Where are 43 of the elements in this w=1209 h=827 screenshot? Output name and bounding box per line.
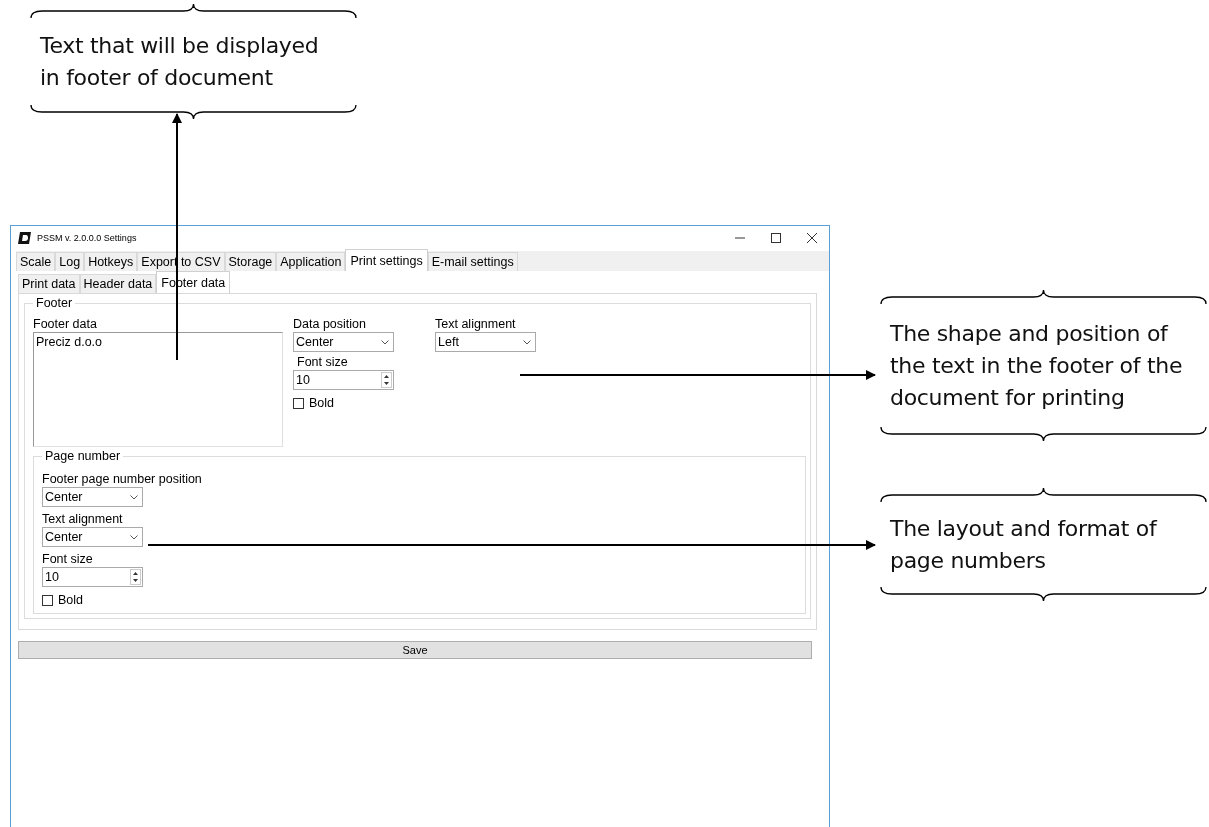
dropdown[interactable]: Center xyxy=(293,332,394,352)
number-field[interactable]: 10 xyxy=(42,567,143,587)
close-icon[interactable] xyxy=(807,232,817,243)
checkbox[interactable] xyxy=(293,397,304,409)
tab[interactable]: Scale xyxy=(16,252,56,271)
maximize-icon[interactable] xyxy=(771,232,781,243)
annotation-text: Text that will be displayed in footer of document xyxy=(39,32,320,92)
dropdown[interactable]: Left xyxy=(435,332,536,352)
tab[interactable]: Header data xyxy=(79,274,157,293)
tab[interactable]: E-mail settings xyxy=(427,252,518,271)
chevron-down-icon xyxy=(523,339,531,345)
dropdown[interactable]: Center xyxy=(42,527,143,547)
app-logo-icon xyxy=(18,231,31,244)
tab[interactable]: Hotkeys xyxy=(84,252,138,271)
tab[interactable]: Application xyxy=(276,252,346,271)
window-title: PSSM v. 2.0.0.0 Settings xyxy=(37,232,137,243)
group-title: Page number xyxy=(44,449,122,463)
number-field[interactable]: 10 xyxy=(293,370,394,390)
chevron-down-icon xyxy=(130,494,138,500)
tab[interactable]: Print data xyxy=(18,274,80,293)
spinner-arrows-icon[interactable] xyxy=(381,372,392,388)
field-label: Data position xyxy=(293,317,367,332)
dropdown[interactable]: Center xyxy=(42,487,143,507)
field-label: Footer page number position xyxy=(42,472,202,487)
tab[interactable]: Print settings xyxy=(345,249,428,271)
spinner-arrows-icon[interactable] xyxy=(130,569,141,585)
annotation-text: The shape and position of the text in the footer of the document for printing xyxy=(889,320,1184,412)
text-area[interactable]: Preciz d.o.o xyxy=(33,332,283,447)
annotation-text: The layout and format of page numbers xyxy=(889,515,1159,575)
field-label: Text alignment xyxy=(42,512,123,527)
field-label: Font size xyxy=(42,552,93,567)
save-button[interactable]: Save xyxy=(18,641,812,659)
tab[interactable]: Log xyxy=(55,252,85,271)
chevron-down-icon xyxy=(381,339,389,345)
tab[interactable]: Storage xyxy=(224,252,277,271)
checkbox-label: Bold xyxy=(58,593,84,607)
field-label: Text alignment xyxy=(435,317,517,332)
checkbox-label: Bold xyxy=(309,396,335,410)
group-title: Footer xyxy=(35,296,74,310)
field-label: Footer data xyxy=(33,317,98,332)
checkbox[interactable] xyxy=(42,594,53,606)
chevron-down-icon xyxy=(130,534,138,540)
field-label: Font size xyxy=(297,355,349,370)
